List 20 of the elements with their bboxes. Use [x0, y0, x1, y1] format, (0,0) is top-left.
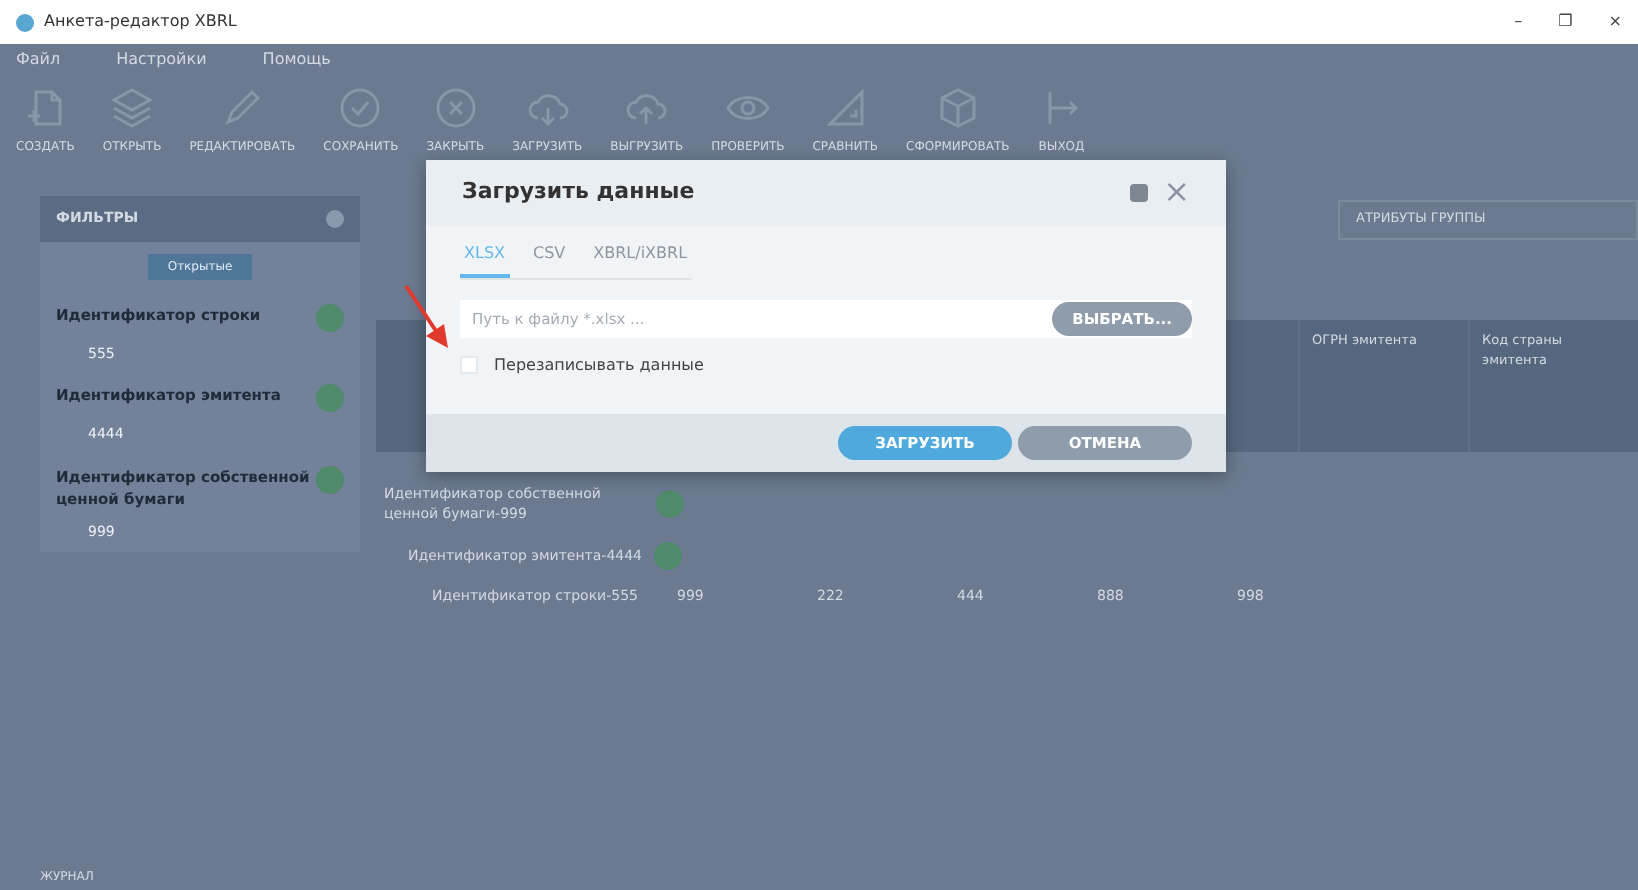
menu-item[interactable]: Файл — [16, 48, 61, 72]
close-button[interactable]: × — [1608, 10, 1622, 34]
check-circle-icon — [336, 84, 385, 132]
arrow-annotation — [400, 280, 452, 352]
format-tab[interactable]: CSV — [529, 237, 570, 277]
format-tab[interactable]: XLSX — [460, 237, 509, 277]
checkbox-label: Перезаписывать данные — [494, 353, 704, 378]
format-tab[interactable]: XBRL/iXBRL — [589, 237, 692, 277]
checkbox[interactable] — [460, 356, 478, 375]
menu-item[interactable]: Помощь — [262, 48, 331, 72]
maximize-button[interactable]: ❐ — [1558, 10, 1573, 34]
ruler-icon — [821, 84, 870, 132]
menu-item[interactable]: Настройки — [116, 48, 207, 72]
cross-circle-icon — [431, 84, 480, 132]
layers-icon — [108, 84, 157, 132]
window-title: Анкета-редактор XBRL — [44, 10, 237, 34]
dialog-title: Загрузить данные — [462, 176, 695, 208]
close-button[interactable]: × — [1163, 176, 1190, 209]
app-icon — [16, 13, 34, 31]
minimize-button[interactable]: – — [1514, 10, 1523, 34]
